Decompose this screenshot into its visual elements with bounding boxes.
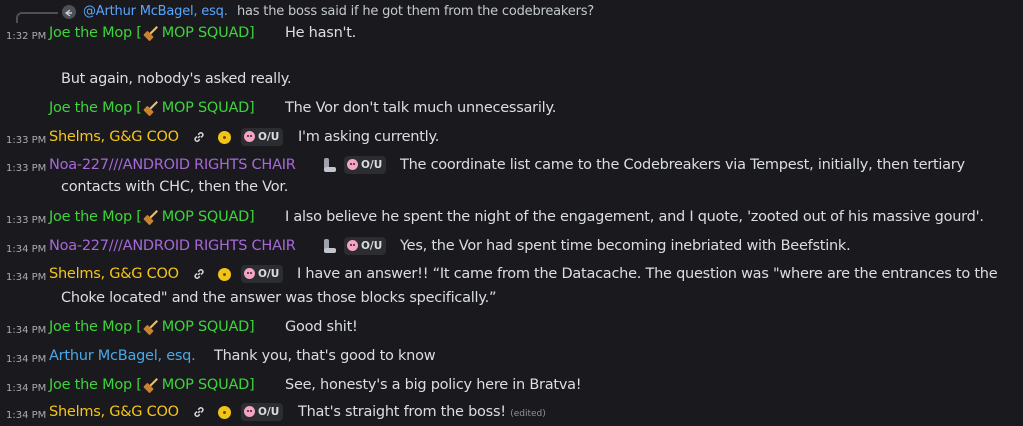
role-badge[interactable]: O/U	[344, 237, 387, 255]
coin-icon	[218, 267, 231, 281]
reply-arrow-icon	[62, 5, 76, 19]
skull-icon	[244, 405, 255, 417]
author-name[interactable]: Joe the Mop [MOP SQUAD]	[49, 100, 255, 117]
message-text: But again, nobody's asked really.	[61, 71, 292, 87]
message-text: I also believe he spent the night of the…	[285, 209, 984, 225]
timestamp: 1:33 PM	[6, 163, 47, 174]
author-name[interactable]: Shelms, G&G COO	[49, 404, 179, 420]
role-badge[interactable]: O/U	[241, 265, 284, 283]
message-text: I have an answer!! “It came from the Dat…	[297, 266, 998, 282]
broom-icon	[142, 319, 161, 336]
timestamp: 1:34 PM	[6, 272, 47, 283]
link-icon	[194, 407, 204, 417]
timestamp: 1:33 PM	[6, 135, 47, 146]
message-text: Yes, the Vor had spent time becoming ine…	[400, 238, 851, 254]
skull-icon	[347, 239, 358, 251]
edited-marker: (edited)	[510, 409, 546, 419]
message-text: The coordinate list came to the Codebrea…	[400, 157, 965, 173]
message-text: He hasn't.	[285, 25, 357, 41]
message-text: That's straight from the boss! (edited)	[298, 404, 546, 420]
message-text: See, honesty's a big policy here in Brat…	[285, 377, 582, 393]
author-name[interactable]: Shelms, G&G COO	[49, 266, 179, 282]
flexed-arm-icon	[321, 157, 337, 173]
message-text: Good shit!	[285, 319, 358, 335]
message-text: I'm asking currently.	[298, 129, 440, 145]
skull-icon	[347, 158, 358, 170]
broom-icon	[142, 377, 161, 394]
message-text: The Vor don't talk much unnecessarily.	[285, 100, 557, 116]
reply-spine	[16, 12, 58, 23]
timestamp: 1:34 PM	[6, 325, 47, 336]
timestamp: 1:34 PM	[6, 354, 47, 365]
role-badge[interactable]: O/U	[241, 403, 284, 421]
role-badge[interactable]: O/U	[241, 128, 284, 146]
message-text: Thank you, that's good to know	[214, 348, 436, 364]
timestamp: 1:34 PM	[6, 410, 47, 421]
message-text: Choke located" and the answer was those …	[61, 290, 497, 306]
broom-icon	[142, 209, 161, 226]
skull-icon	[244, 130, 255, 142]
author-name[interactable]: Joe the Mop [MOP SQUAD]	[49, 377, 255, 394]
author-name[interactable]: Joe the Mop [MOP SQUAD]	[49, 319, 255, 336]
author-name[interactable]: Arthur McBagel, esq.	[49, 348, 196, 364]
coin-icon	[218, 130, 231, 144]
role-badge[interactable]: O/U	[344, 156, 387, 174]
author-name[interactable]: Joe the Mop [MOP SQUAD]	[49, 25, 255, 42]
skull-icon	[244, 267, 255, 279]
broom-icon	[142, 100, 161, 117]
link-icon	[194, 132, 204, 142]
author-name[interactable]: Shelms, G&G COO	[49, 129, 179, 145]
chat-log: @Arthur McBagel, esq. has the boss said …	[0, 0, 1023, 426]
link-icon	[194, 269, 204, 279]
timestamp: 1:34 PM	[6, 383, 47, 394]
message-text: contacts with CHC, then the Vor.	[61, 179, 289, 195]
timestamp: 1:32 PM	[6, 31, 47, 42]
timestamp: 1:34 PM	[6, 244, 47, 255]
author-name[interactable]: Noa-227///ANDROID RIGHTS CHAIR	[49, 238, 296, 254]
timestamp: 1:33 PM	[6, 215, 47, 226]
broom-icon	[142, 25, 161, 42]
reply-author[interactable]: @Arthur McBagel, esq.	[83, 4, 228, 19]
flexed-arm-icon	[321, 238, 337, 254]
author-name[interactable]: Joe the Mop [MOP SQUAD]	[49, 209, 255, 226]
reply-text[interactable]: has the boss said if he got them from th…	[237, 4, 594, 19]
author-name[interactable]: Noa-227///ANDROID RIGHTS CHAIR	[49, 157, 296, 173]
coin-icon	[218, 405, 231, 419]
